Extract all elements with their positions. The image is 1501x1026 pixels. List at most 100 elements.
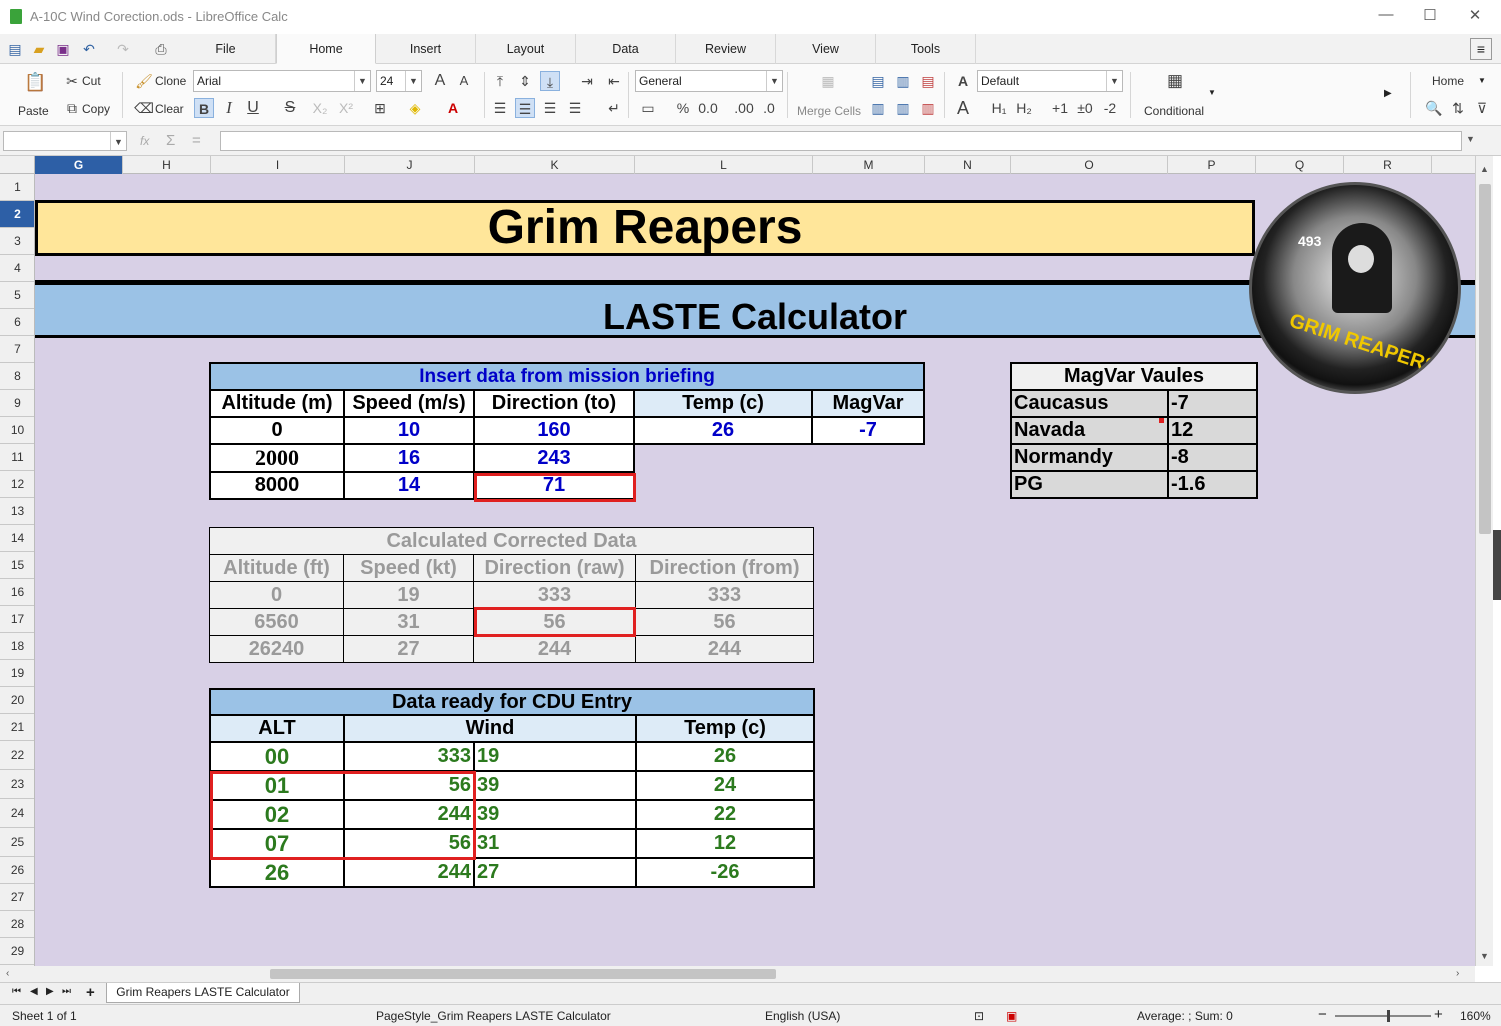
scroll-right-icon[interactable]: › <box>1456 968 1459 979</box>
tab-insert[interactable]: Insert <box>376 34 476 64</box>
row-header-24[interactable]: 24 <box>0 799 34 828</box>
heading2-icon[interactable]: H₂ <box>1014 98 1034 118</box>
column-header-o[interactable]: O <box>1011 156 1168 174</box>
cdu-alt-cell[interactable]: 00 <box>209 741 345 772</box>
input-cell[interactable]: 16 <box>343 443 475 473</box>
input-cell[interactable]: 243 <box>473 443 635 473</box>
calc-col-direction-raw[interactable]: Direction (raw) <box>473 554 636 582</box>
calc-cell[interactable]: 6560 <box>209 608 344 636</box>
cdu-col-temp[interactable]: Temp (c) <box>635 714 815 743</box>
justify-icon[interactable]: ☰ <box>565 98 585 118</box>
cdu-wind-speed-cell[interactable]: 31 <box>473 828 637 859</box>
bad-style-icon[interactable]: -2 <box>1100 98 1120 118</box>
styles-icon[interactable]: A <box>953 71 973 91</box>
cdu-wind-dir-cell[interactable]: 244 <box>343 857 475 888</box>
new-document-icon[interactable]: ▤ <box>6 40 24 58</box>
zoom-level-status[interactable]: 160% <box>1460 1009 1491 1023</box>
magvar-region[interactable]: Normandy <box>1010 443 1169 472</box>
column-header-j[interactable]: J <box>345 156 475 174</box>
vertical-scroll-thumb[interactable] <box>1479 184 1491 534</box>
zoom-in-icon[interactable]: + <box>1434 1006 1443 1023</box>
save-icon[interactable]: ▣ <box>54 40 72 58</box>
strikethrough-icon[interactable]: S <box>280 98 300 118</box>
cdu-alt-cell[interactable]: 26 <box>209 857 345 888</box>
row-header-27[interactable]: 27 <box>0 884 34 911</box>
row-header-8[interactable]: 8 <box>0 363 34 390</box>
cdu-alt-cell[interactable]: 01 <box>209 770 345 801</box>
decrease-indent-icon[interactable]: ⇤ <box>604 71 624 91</box>
row-header-9[interactable]: 9 <box>0 390 34 417</box>
row-header-17[interactable]: 17 <box>0 606 34 633</box>
row-header-23[interactable]: 23 <box>0 770 34 799</box>
row-header-6[interactable]: 6 <box>0 309 34 336</box>
cell-style-combo[interactable]: Default ▼ <box>977 70 1123 92</box>
align-center-icon[interactable]: ☰ <box>515 98 535 118</box>
italic-icon[interactable]: I <box>219 98 239 118</box>
row-header-13[interactable]: 13 <box>0 498 34 525</box>
calc-col-altitude[interactable]: Altitude (ft) <box>209 554 344 582</box>
calc-cell[interactable]: 333 <box>634 581 815 609</box>
subscript-icon[interactable]: X₂ <box>310 98 330 118</box>
language-status[interactable]: English (USA) <box>765 1009 840 1023</box>
currency-icon[interactable]: ▭ <box>638 98 658 118</box>
input-cell[interactable]: 8000 <box>209 471 345 500</box>
zoom-slider-thumb[interactable] <box>1387 1010 1390 1022</box>
sort-icon[interactable]: ⇅ <box>1448 98 1468 118</box>
open-folder-icon[interactable]: ▰ <box>30 40 48 58</box>
horizontal-scrollbar[interactable]: ‹ › <box>0 966 1475 982</box>
insert-columns-icon[interactable]: ▥ <box>893 71 913 91</box>
row-header-18[interactable]: 18 <box>0 633 34 660</box>
tab-file[interactable]: File <box>176 34 276 64</box>
undo-icon[interactable]: ↶ <box>80 40 98 58</box>
magvar-region[interactable]: Navada <box>1010 416 1169 445</box>
column-header-k[interactable]: K <box>475 156 635 174</box>
sidebar-toggle[interactable] <box>1493 530 1501 600</box>
magvar-region-value[interactable]: -1.6 <box>1166 470 1259 499</box>
magvar-value[interactable]: -7 <box>810 416 926 445</box>
calc-cell[interactable]: 19 <box>343 581 474 609</box>
cdu-wind-speed-cell[interactable]: 27 <box>473 857 637 888</box>
row-header-2[interactable]: 2 <box>0 201 34 228</box>
underline-icon[interactable]: U <box>243 98 263 118</box>
cdu-wind-speed-cell[interactable]: 39 <box>473 799 637 830</box>
align-left-icon[interactable]: ☰ <box>490 98 510 118</box>
calc-cell[interactable]: 244 <box>473 635 636 663</box>
zoom-slider[interactable] <box>1335 1010 1431 1022</box>
add-sheet-icon[interactable]: + <box>86 984 95 1001</box>
hamburger-menu-icon[interactable]: ≡ <box>1470 38 1492 60</box>
column-header-i[interactable]: I <box>211 156 345 174</box>
calc-col-speed[interactable]: Speed (kt) <box>343 554 474 582</box>
delete-cells-icon[interactable]: ▥ <box>918 98 938 118</box>
tab-tools[interactable]: Tools <box>876 34 976 64</box>
align-bottom-icon[interactable]: ⤓ <box>540 71 560 91</box>
page-style-status[interactable]: PageStyle_Grim Reapers LASTE Calculator <box>376 1009 611 1023</box>
sheet-tab-grim-reapers[interactable]: Grim Reapers LASTE Calculator <box>106 983 300 1003</box>
borders-icon[interactable]: ⊞ <box>370 98 390 118</box>
magvar-table-header[interactable]: MagVar Vaules <box>1009 362 1259 391</box>
print-icon[interactable]: ⎙ <box>152 40 170 58</box>
copy-button[interactable]: Copy <box>82 102 110 116</box>
row-header-5[interactable]: 5 <box>0 282 34 309</box>
input-cell[interactable]: 71 <box>473 471 635 500</box>
selection-mode-icon[interactable]: ⊡ <box>974 1009 984 1023</box>
next-sheet-icon[interactable]: ▶ <box>46 986 54 997</box>
row-header-20[interactable]: 20 <box>0 687 34 714</box>
formula-input[interactable] <box>220 131 1462 151</box>
close-icon[interactable]: ✕ <box>1455 6 1495 28</box>
good-style-icon[interactable]: +1 <box>1050 98 1070 118</box>
row-header-26[interactable]: 26 <box>0 857 34 884</box>
column-header-r[interactable]: R <box>1344 156 1432 174</box>
calc-cell[interactable]: 56 <box>634 608 815 636</box>
superscript-icon[interactable]: X² <box>336 98 356 118</box>
column-header-m[interactable]: M <box>813 156 925 174</box>
input-col-altitude[interactable]: Altitude (m) <box>209 389 345 418</box>
magvar-region-value[interactable]: -8 <box>1166 443 1259 472</box>
scroll-left-icon[interactable]: ‹ <box>6 968 9 979</box>
insert-cells-icon[interactable]: ▥ <box>868 98 888 118</box>
input-cell[interactable]: 2000 <box>209 443 345 473</box>
input-col-speed[interactable]: Speed (m/s) <box>343 389 475 418</box>
cdu-temp-cell[interactable]: 22 <box>635 799 815 830</box>
column-header-q[interactable]: Q <box>1256 156 1344 174</box>
add-decimal-icon[interactable]: .00 <box>734 98 754 118</box>
column-header-g[interactable]: G <box>35 156 123 174</box>
